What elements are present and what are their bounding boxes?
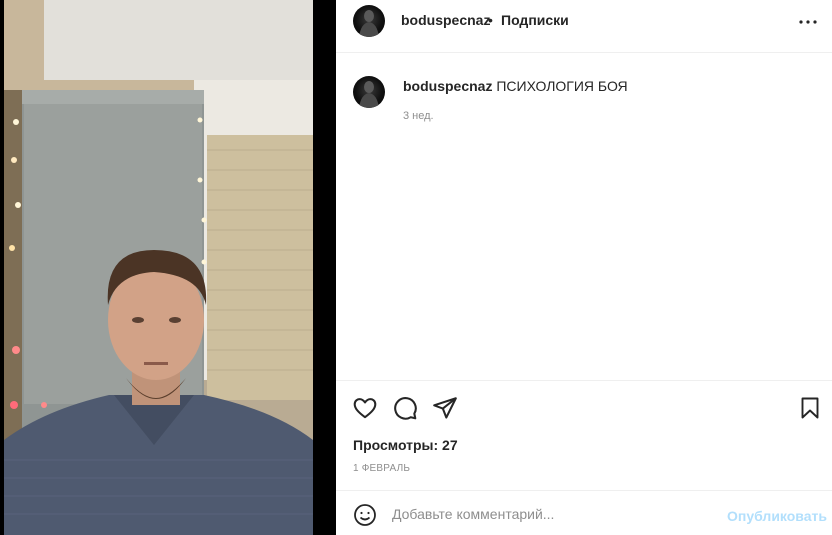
comment-bar: Опубликовать <box>336 490 832 535</box>
avatar[interactable] <box>353 5 385 37</box>
post-header: boduspecnaz • Подписки <box>336 0 832 53</box>
header-username[interactable]: boduspecnaz <box>401 12 490 28</box>
avatar-image <box>359 10 379 37</box>
following-button[interactable]: Подписки <box>501 12 569 28</box>
comment-icon[interactable] <box>392 395 418 421</box>
views-count[interactable]: Просмотры: 27 <box>353 437 458 453</box>
send-icon[interactable] <box>432 395 458 421</box>
separator-dot: • <box>488 12 493 28</box>
emoji-icon[interactable] <box>353 503 377 527</box>
bookmark-icon[interactable] <box>798 395 824 421</box>
more-horizontal-icon[interactable] <box>796 10 820 34</box>
post-panel: boduspecnaz • Подписки boduspecnaz ПСИХО… <box>336 0 832 535</box>
caption-time[interactable]: 3 нед. <box>403 110 434 122</box>
video-frame[interactable] <box>4 0 313 535</box>
post-date[interactable]: 1 ФЕВРАЛЬ <box>353 463 410 474</box>
post-video[interactable] <box>0 0 336 535</box>
heart-icon[interactable] <box>352 395 378 421</box>
publish-button[interactable]: Опубликовать <box>727 508 827 524</box>
caption-text: boduspecnaz ПСИХОЛОГИЯ БОЯ <box>403 78 628 94</box>
post-actions: Просмотры: 27 1 ФЕВРАЛЬ <box>336 380 832 490</box>
comment-input[interactable] <box>392 500 712 528</box>
video-still <box>4 0 313 535</box>
avatar-image <box>359 81 379 108</box>
caption-avatar[interactable] <box>353 76 385 108</box>
caption-body: ПСИХОЛОГИЯ БОЯ <box>496 78 628 94</box>
caption-username[interactable]: boduspecnaz <box>403 78 492 94</box>
